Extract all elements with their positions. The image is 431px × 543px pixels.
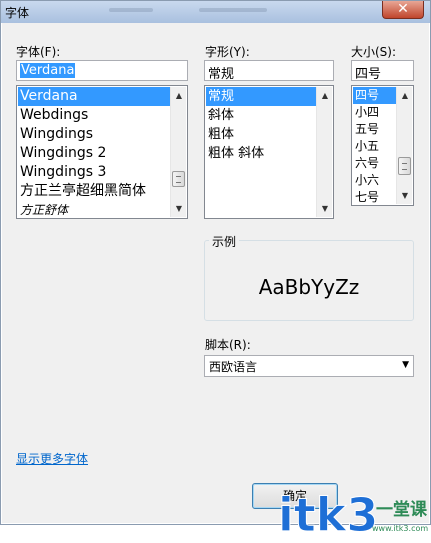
script-label: 脚本(R):	[205, 338, 251, 352]
style-list-item[interactable]: 常规	[206, 87, 316, 106]
style-list-item[interactable]: 粗体	[206, 125, 316, 144]
size-label: 大小(S):	[351, 45, 397, 59]
scroll-thumb[interactable]	[398, 157, 411, 175]
scroll-down-icon[interactable]: ▼	[317, 200, 333, 217]
style-list-items: 常规 斜体 粗体 粗体 斜体	[206, 87, 316, 217]
size-list-item[interactable]: 小四	[353, 104, 397, 121]
scroll-up-icon[interactable]: ▲	[171, 87, 187, 104]
scroll-up-icon[interactable]: ▲	[317, 87, 333, 104]
size-input[interactable]: 四号	[351, 60, 414, 81]
font-dialog: 字体 ✕ 字体(F): Verdana Verdana Webdings Wingd…	[0, 0, 431, 543]
script-select-value: 西欧语言	[209, 360, 258, 374]
close-button[interactable]: ✕	[382, 1, 424, 19]
font-list-items: Verdana Webdings Wingdings Wingdings 2 Wingd…	[18, 87, 170, 217]
dialog-body: 字体(F): Verdana Verdana Webdings Wingdings W…	[2, 23, 429, 543]
close-icon: ✕	[397, 1, 409, 17]
sample-preview-text: AaBbYyZz	[258, 275, 360, 299]
font-list-item[interactable]: Webdings	[18, 106, 170, 125]
scroll-up-icon[interactable]: ▲	[397, 87, 413, 104]
font-list-item[interactable]: Verdana	[18, 87, 170, 106]
show-more-fonts-link[interactable]: 显示更多字体	[16, 450, 88, 467]
font-input-value: Verdana	[20, 63, 76, 78]
font-list-item[interactable]: Wingdings	[18, 125, 170, 144]
size-list-item[interactable]: 小六	[353, 172, 397, 189]
style-label: 字形(Y):	[205, 45, 250, 59]
font-list-item[interactable]: Wingdings 2	[18, 144, 170, 163]
size-list-items: 四号 小四 五号 小五 六号 小六 七号	[353, 87, 397, 204]
size-list-item[interactable]: 六号	[353, 155, 397, 172]
font-list-item[interactable]: Wingdings 3	[18, 163, 170, 182]
svg-text:itk3: itk3	[278, 488, 378, 542]
script-select[interactable]: 西欧语言 ▼	[204, 355, 414, 377]
scroll-down-icon[interactable]: ▼	[171, 200, 187, 217]
svg-text:www.itk3.com: www.itk3.com	[372, 524, 428, 533]
chevron-down-icon: ▼	[402, 360, 409, 370]
style-list-item[interactable]: 粗体 斜体	[206, 144, 316, 163]
font-scrollbar[interactable]: ▲ ▼	[170, 87, 186, 217]
font-label: 字体(F):	[16, 45, 61, 59]
style-input-value: 常规	[208, 67, 235, 81]
size-list-item[interactable]: 四号	[353, 87, 397, 104]
size-list-item[interactable]: 五号	[353, 121, 397, 138]
font-list-item[interactable]: 方正舒体	[18, 201, 170, 218]
style-listbox[interactable]: 常规 斜体 粗体 粗体 斜体 ▲ ▼	[204, 85, 334, 219]
size-list-item[interactable]: 七号	[353, 189, 397, 205]
title-ghost-text	[109, 8, 153, 12]
style-list-item[interactable]: 斜体	[206, 106, 316, 125]
font-list-item[interactable]: 方正兰亭超细黑简体	[18, 182, 170, 201]
sample-label: 示例	[209, 233, 240, 250]
svg-text:一堂课: 一堂课	[376, 499, 428, 520]
size-listbox[interactable]: 四号 小四 五号 小五 六号 小六 七号 ▲ ▼	[351, 85, 414, 206]
scroll-thumb[interactable]	[172, 171, 185, 187]
sample-group: AaBbYyZz	[204, 240, 414, 321]
size-list-item[interactable]: 小五	[353, 138, 397, 155]
size-input-value: 四号	[355, 67, 382, 81]
window-title: 字体	[5, 6, 30, 20]
itk3-watermark-logo: itk3 一堂课 www.itk3.com	[278, 488, 429, 543]
title-bar: 字体 ✕	[1, 1, 430, 23]
font-input[interactable]: Verdana	[16, 60, 188, 81]
title-ghost-text	[199, 8, 267, 12]
size-scrollbar[interactable]: ▲ ▼	[396, 87, 412, 204]
style-input[interactable]: 常规	[204, 60, 334, 81]
scroll-down-icon[interactable]: ▼	[397, 187, 413, 204]
style-scrollbar[interactable]: ▲ ▼	[316, 87, 332, 217]
font-listbox[interactable]: Verdana Webdings Wingdings Wingdings 2 Wingd…	[16, 85, 188, 219]
